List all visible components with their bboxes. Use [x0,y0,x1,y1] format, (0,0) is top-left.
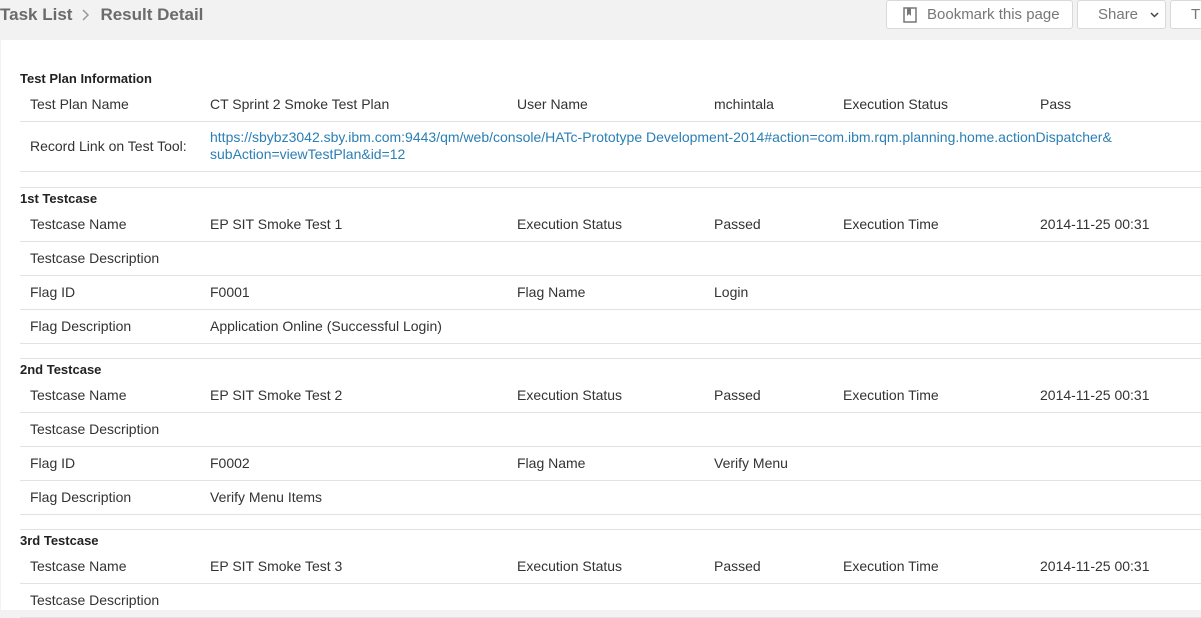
execution-status-value: Pass [1030,87,1201,122]
breadcrumb: Task List Result Detail [0,5,203,25]
test-plan-section-title: Test Plan Information [20,71,152,86]
flag-name-value: Login [704,275,833,310]
test-plan-table: Test Plan Name CT Sprint 2 Smoke Test Pl… [20,87,1201,172]
record-link-label: Record Link on Test Tool: [20,121,200,172]
divider [20,358,1201,359]
bookmark-icon [903,6,917,23]
testcase-name-label: Testcase Name [20,549,200,584]
execution-time-value: 2014-11-25 00:31 [1030,207,1201,242]
testcase-2-title: 2nd Testcase [20,362,102,377]
table-row: Test Plan Name CT Sprint 2 Smoke Test Pl… [20,87,1201,122]
divider [20,529,1201,530]
table-row: Flag Description Verify Menu Items [20,480,1201,515]
testcase-name-value: EP SIT Smoke Test 3 [200,549,507,584]
user-name-label: User Name [507,87,704,122]
testcase-name-label: Testcase Name [20,207,200,242]
record-link[interactable]: https://sbybz3042.sby.ibm.com:9443/qm/we… [210,129,1112,162]
testcase-name-value: EP SIT Smoke Test 1 [200,207,507,242]
execution-status-value: Passed [704,378,833,413]
flag-id-value: F0001 [200,275,507,310]
test-plan-name-label: Test Plan Name [20,87,200,122]
execution-status-label: Execution Status [507,378,704,413]
table-row: Testcase Description [20,241,1201,276]
execution-time-label: Execution Time [833,378,1030,413]
user-name-value: mchintala [704,87,833,122]
testcase-name-value: EP SIT Smoke Test 2 [200,378,507,413]
test-plan-name-value: CT Sprint 2 Smoke Test Plan [200,87,507,122]
breadcrumb-current: Result Detail [100,5,204,24]
execution-status-label: Execution Status [507,549,704,584]
table-row: Testcase Description [20,583,1201,618]
flag-description-value: Application Online (Successful Login) [200,309,1201,344]
execution-status-label: Execution Status [833,87,1030,122]
flag-name-label: Flag Name [507,446,704,481]
table-row: Testcase Name EP SIT Smoke Test 1 Execut… [20,207,1201,242]
table-row: Record Link on Test Tool: https://sbybz3… [20,121,1201,172]
more-button[interactable]: T [1170,0,1201,29]
bookmark-label: Bookmark this page [927,6,1060,23]
table-row: Testcase Name EP SIT Smoke Test 3 Execut… [20,549,1201,584]
breadcrumb-task-list[interactable]: Task List [0,5,72,25]
testcase-name-label: Testcase Name [20,378,200,413]
flag-id-value: F0002 [200,446,507,481]
table-row: Flag ID F0001 Flag Name Login [20,275,1201,310]
execution-time-label: Execution Time [833,549,1030,584]
flag-description-label: Flag Description [20,480,200,515]
testcase-description-label: Testcase Description [20,583,200,618]
share-label: Share [1098,6,1139,23]
flag-description-label: Flag Description [20,309,200,344]
testcase-3-title: 3rd Testcase [20,533,99,548]
execution-time-value: 2014-11-25 00:31 [1030,378,1201,413]
flag-name-value: Verify Menu [704,446,833,481]
chevron-down-icon [1150,11,1159,18]
execution-status-label: Execution Status [507,207,704,242]
testcase-description-label: Testcase Description [20,412,200,447]
testcase-description-label: Testcase Description [20,241,200,276]
testcase-1-title: 1st Testcase [20,191,98,206]
testcase-2-table: Testcase Name EP SIT Smoke Test 2 Execut… [20,378,1201,515]
flag-id-label: Flag ID [20,275,200,310]
table-row: Flag Description Application Online (Suc… [20,309,1201,344]
top-bar: Task List Result Detail Bookmark this pa… [0,0,1201,38]
flag-id-label: Flag ID [20,446,200,481]
execution-time-label: Execution Time [833,207,1030,242]
testcase-3-table: Testcase Name EP SIT Smoke Test 3 Execut… [20,549,1201,618]
result-detail-panel: Test Plan Information Test Plan Name CT … [1,40,1201,618]
execution-time-value: 2014-11-25 00:31 [1030,549,1201,584]
share-button[interactable]: Share [1077,0,1166,29]
testcase-1-table: Testcase Name EP SIT Smoke Test 1 Execut… [20,207,1201,344]
more-label: T [1191,6,1201,23]
execution-status-value: Passed [704,549,833,584]
divider [20,187,1201,188]
flag-description-value: Verify Menu Items [200,480,1201,515]
table-row: Flag ID F0002 Flag Name Verify Menu [20,446,1201,481]
flag-name-label: Flag Name [507,275,704,310]
execution-status-value: Passed [704,207,833,242]
chevron-right-icon [82,9,90,21]
table-row: Testcase Name EP SIT Smoke Test 2 Execut… [20,378,1201,413]
table-row: Testcase Description [20,412,1201,447]
bookmark-button[interactable]: Bookmark this page [886,0,1073,29]
